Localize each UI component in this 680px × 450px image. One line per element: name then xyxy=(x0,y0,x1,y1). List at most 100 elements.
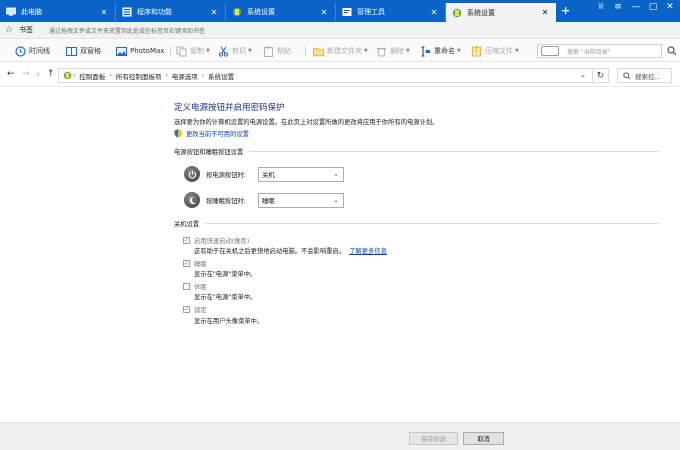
change-settings-label: 更改当前不可用的设置 xyxy=(186,131,249,138)
sleep-checkbox[interactable]: ✓ 睡眠 xyxy=(183,259,207,268)
power-button-label: 按电源按钮时: xyxy=(206,171,246,179)
forward-icon[interactable]: → xyxy=(22,69,30,79)
up-icon[interactable]: ↑ xyxy=(47,69,55,79)
new-tab-button[interactable]: + xyxy=(561,4,570,17)
back-icon[interactable]: ← xyxy=(7,69,15,79)
close-icon[interactable]: ✕ xyxy=(540,8,550,17)
timeline-label: 时间线 xyxy=(29,47,50,55)
image-icon xyxy=(116,46,127,56)
tab-label: 此电脑 xyxy=(21,8,42,16)
address-history-icon[interactable]: ⌄ xyxy=(580,71,586,79)
archive-icon xyxy=(472,46,481,56)
breadcrumb-power-options[interactable]: 电源选项 xyxy=(172,71,198,81)
search-icon[interactable] xyxy=(667,46,677,56)
checkbox-checked-icon: ✓ xyxy=(183,306,190,313)
close-window-icon[interactable]: ✕ xyxy=(663,2,677,12)
close-icon[interactable]: ✕ xyxy=(429,8,439,17)
shutdown-section-header: 关机设置 xyxy=(174,219,659,228)
main-content: 定义电源按钮并启用密码保护 选择要为你的计算机设置的电源设置。在此页上对设置所做… xyxy=(0,88,680,422)
maximize-icon[interactable]: ▢ xyxy=(646,2,660,12)
hibernate-description: 显示在"电源"菜单中。 xyxy=(194,294,257,301)
section-divider xyxy=(205,223,659,224)
cut-button[interactable]: 剪切 ▼ xyxy=(218,44,252,58)
dual-pane-label: 双窗格 xyxy=(80,47,101,55)
chevron-right-icon[interactable]: › xyxy=(202,72,204,79)
timeline-button[interactable]: 时间线 xyxy=(15,44,50,58)
menu-icon[interactable]: ≡ xyxy=(611,2,625,12)
delete-label: 删除 xyxy=(390,47,404,55)
rename-icon xyxy=(421,46,430,56)
tab-label: 系统设置 xyxy=(247,8,275,16)
toolbar-search[interactable]: 搜索 "当前目录" xyxy=(537,44,662,58)
dual-pane-button[interactable]: 双窗格 xyxy=(66,44,101,58)
delete-button[interactable]: 删除 ▼ xyxy=(376,44,410,58)
tab-system-settings-1[interactable]: 系统设置 ✕ xyxy=(226,3,336,21)
close-icon[interactable]: ✕ xyxy=(99,8,109,17)
chevron-right-icon[interactable]: › xyxy=(109,72,111,79)
minimize-icon[interactable]: — xyxy=(629,2,643,12)
checkbox-checked-icon: ✓ xyxy=(183,237,190,244)
address-bar[interactable]: › 控制面板 › 所有控制面板项 › 电源选项 › 系统设置 ⌄ xyxy=(58,68,593,83)
chevron-down-icon: ▼ xyxy=(248,48,252,54)
new-folder-button[interactable]: 新建文件夹 ▼ xyxy=(313,44,368,58)
tab-system-settings-active[interactable]: 系统设置 ✕ xyxy=(446,3,556,22)
power-button-row: 按电源按钮时: 关机 ⌄ xyxy=(184,166,344,182)
breadcrumb-control-panel[interactable]: 控制面板 xyxy=(79,71,105,81)
search-engine-icon[interactable] xyxy=(541,46,559,56)
toolbar-search-placeholder: 搜索 "当前目录" xyxy=(567,48,611,56)
breadcrumb-all-items[interactable]: 所有控制面板项 xyxy=(116,71,162,81)
footer-bar: 保存修改 取消 xyxy=(0,422,680,450)
tab-admin-tools[interactable]: 管理工具 ✕ xyxy=(336,3,446,21)
control-panel-icon xyxy=(452,8,462,17)
power-section-header: 电源按钮和睡眠按钮设置 xyxy=(174,147,659,156)
chevron-down-icon: ▼ xyxy=(206,48,210,54)
close-icon[interactable]: ✕ xyxy=(209,8,219,17)
address-row: ← → ∨ ↑ › 控制面板 › 所有控制面板项 › 电源选项 › 系统设置 ⌄… xyxy=(0,63,680,87)
address-search-input[interactable]: 搜索控... xyxy=(617,68,672,83)
clipboard-icon xyxy=(264,46,273,57)
chevron-right-icon[interactable]: › xyxy=(73,72,75,79)
tab-programs[interactable]: 程序和功能 ✕ xyxy=(116,3,226,21)
new-folder-label: 新建文件夹 xyxy=(327,47,362,55)
checkbox-checked-icon: ✓ xyxy=(183,260,190,267)
paste-button[interactable]: 粘贴 xyxy=(263,44,291,58)
fast-startup-desc-text: 这有助于在关机之后更快地启动电脑。不会影响重启。 xyxy=(194,248,346,255)
hibernate-checkbox[interactable]: 休眠 xyxy=(183,282,207,291)
bookmarks-label[interactable]: 书签 xyxy=(19,25,33,35)
toolbar: 时间线 双窗格 PhotoMax 复制 ▼ 剪切 ▼ 粘贴 新建文件夹 ▼ 删除 ▼ 重… xyxy=(0,40,680,62)
lock-checkbox[interactable]: ✓ 锁定 xyxy=(183,305,207,314)
sleep-button-select[interactable]: 睡眠 ⌄ xyxy=(258,192,344,208)
power-button-value: 关机 xyxy=(262,171,275,179)
skin-icon[interactable]: ♕ xyxy=(594,2,608,12)
learn-more-link[interactable]: 了解更多信息 xyxy=(349,248,387,255)
breadcrumb-system-settings[interactable]: 系统设置 xyxy=(208,71,234,81)
chevron-right-icon[interactable]: › xyxy=(165,72,167,79)
chevron-down-icon: ⌄ xyxy=(333,169,339,178)
compress-button[interactable]: 压缩文件 ▼ xyxy=(471,44,519,58)
chevron-down-icon[interactable]: ∨ xyxy=(36,71,40,78)
copy-button[interactable]: 复制 ▼ xyxy=(176,44,210,58)
power-button-select[interactable]: 关机 ⌄ xyxy=(258,166,344,182)
fast-startup-checkbox[interactable]: ✓ 启用快速启动(推荐) xyxy=(183,236,249,245)
monitor-icon xyxy=(6,7,16,16)
rename-button[interactable]: 重命名 ▼ xyxy=(420,44,461,58)
change-settings-link[interactable]: 更改当前不可用的设置 xyxy=(174,129,249,138)
rename-label: 重命名 xyxy=(434,47,455,55)
refresh-icon[interactable]: ↻ xyxy=(593,68,609,83)
tab-label: 程序和功能 xyxy=(137,8,172,16)
lock-description: 显示在用户头像菜单中。 xyxy=(194,318,264,325)
dual-pane-icon xyxy=(66,46,77,56)
power-section-title: 电源按钮和睡眠按钮设置 xyxy=(174,149,244,156)
fast-startup-label: 启用快速启动(推荐) xyxy=(194,238,250,245)
close-icon[interactable]: ✕ xyxy=(319,8,329,17)
save-changes-button[interactable]: 保存修改 xyxy=(409,432,458,445)
cancel-button[interactable]: 取消 xyxy=(463,432,504,445)
paste-label: 粘贴 xyxy=(277,47,291,55)
page-description: 选择要为你的计算机设置的电源设置。在此页上对设置所做的更改将应用于你所有的电源计… xyxy=(174,119,439,126)
shield-icon xyxy=(174,129,182,138)
section-divider xyxy=(249,151,659,152)
bookmarks-hint: 通过拖拽文件或文件夹放置到此处或在标签页右键添加书签 xyxy=(49,27,206,35)
photomax-button[interactable]: PhotoMax xyxy=(116,44,164,58)
tab-this-pc[interactable]: 此电脑 ✕ xyxy=(0,3,116,21)
chevron-down-icon: ▼ xyxy=(406,48,410,54)
